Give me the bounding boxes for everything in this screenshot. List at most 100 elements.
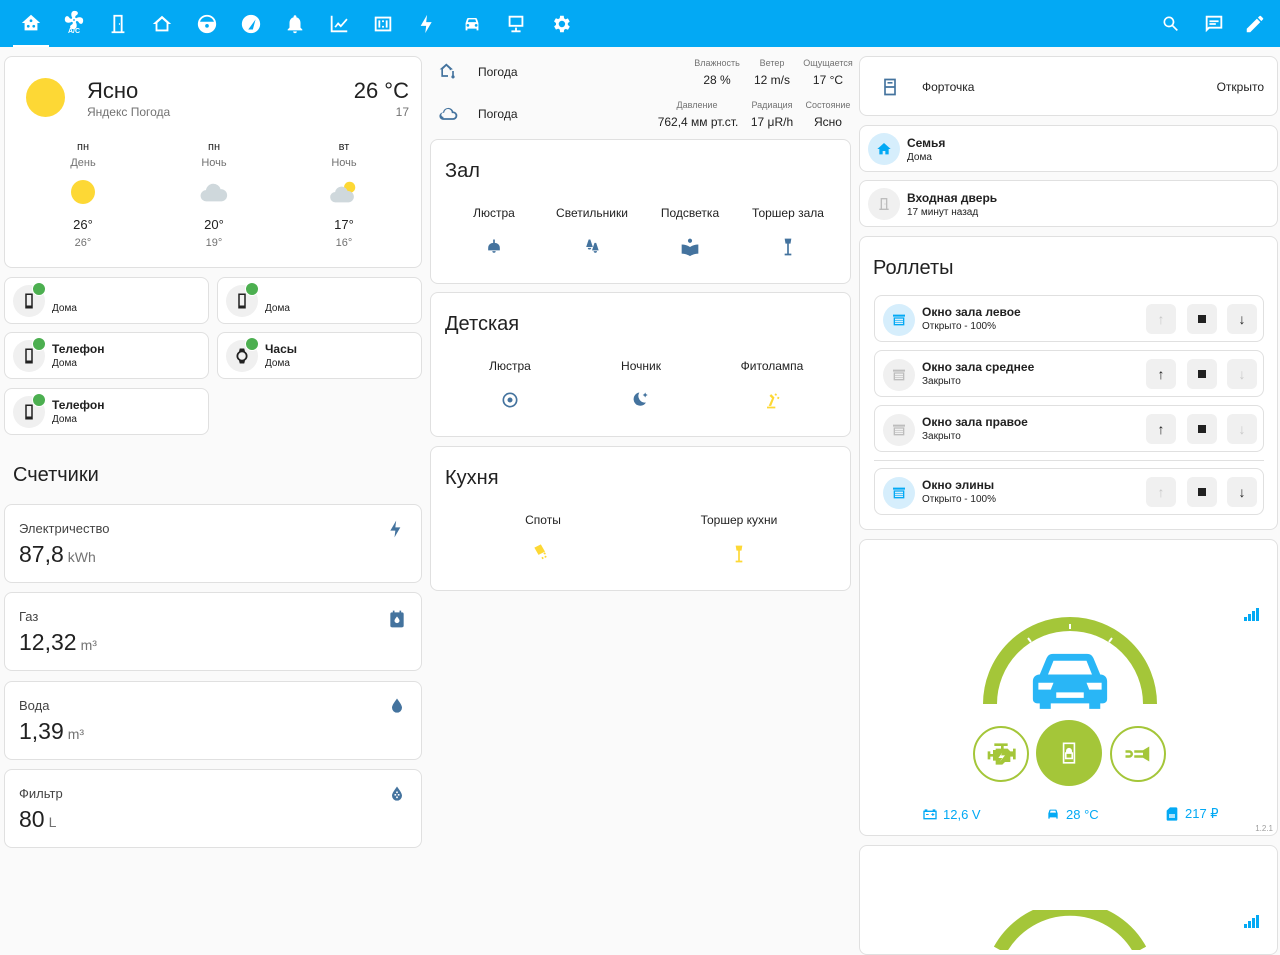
roller-down-button[interactable]: ↓ [1227, 304, 1257, 334]
tab-home[interactable] [13, 0, 49, 47]
forecast-day-name: пн [76, 141, 90, 153]
roller-up-button[interactable]: ↑ [1146, 414, 1176, 444]
forecast-period: Ночь [201, 157, 227, 169]
roller-up-button[interactable]: ↑ [1146, 477, 1176, 507]
forecast-low: 16° [335, 237, 353, 249]
person-card[interactable]: Дома [217, 277, 422, 324]
counter-value: 87,8 [19, 541, 64, 567]
tab-gauge[interactable] [233, 0, 269, 47]
backlight-book-icon[interactable] [680, 237, 700, 257]
home-badge-icon [245, 282, 259, 296]
ceiling-light-icon[interactable] [484, 237, 504, 257]
roller-up-button[interactable]: ↑ [1146, 359, 1176, 389]
horn-button[interactable] [1110, 726, 1166, 782]
floor-lamp-icon[interactable] [729, 544, 749, 564]
calendar-counter-icon [374, 16, 392, 31]
horn-icon [1125, 746, 1150, 762]
counter-unit: m³ [80, 637, 97, 653]
sconce-lights-icon[interactable] [582, 237, 602, 257]
assist-button[interactable] [1196, 0, 1232, 47]
forecast-day-name: пн [207, 141, 221, 153]
counter-value-wrap: 80 L [19, 806, 56, 833]
balance-status: 217 ₽ [1164, 806, 1219, 822]
floor-lamp-icon[interactable] [778, 237, 798, 257]
tab-vacuum[interactable] [189, 0, 225, 47]
phyto-lamp-icon[interactable] [762, 390, 782, 410]
spot-lights-icon[interactable] [533, 543, 553, 563]
counter-card-water[interactable]: Вода 1,39 m³ [4, 681, 422, 760]
arrow-down-icon: ↓ [1238, 484, 1246, 500]
door-card[interactable]: Входная дверь 17 минут назад [859, 180, 1278, 227]
cloud-outline-icon [439, 107, 458, 120]
counter-label: Вода [19, 698, 50, 713]
pressure-value: 762,4 мм рт.ст. [657, 115, 739, 129]
roller-stop-button[interactable] [1187, 477, 1217, 507]
stop-icon [1198, 370, 1206, 378]
counter-value: 12,32 [19, 629, 77, 655]
roller-name: Окно зала среднее [922, 360, 1035, 374]
forecast-period: День [70, 157, 96, 169]
edit-button[interactable] [1237, 0, 1273, 47]
water-drop-icon [392, 698, 402, 713]
person-card[interactable]: Часы Дома [217, 332, 422, 379]
counter-card-filter[interactable]: Фильтр 80 L [4, 769, 422, 848]
roller-down-button[interactable]: ↓ [1227, 477, 1257, 507]
lock-button[interactable] [1036, 720, 1102, 786]
weather-card[interactable]: Ясно Яндекс Погода 26 °C 17 пн День 26° … [4, 56, 422, 268]
counter-value: 1,39 [19, 718, 64, 744]
counter-card-gas[interactable]: Газ 12,32 m³ [4, 592, 422, 671]
person-name: Часы [265, 342, 298, 356]
tab-notifications[interactable] [277, 0, 313, 47]
chandelier-icon[interactable] [500, 390, 520, 410]
tab-counter[interactable] [365, 0, 401, 47]
car-temperature: 28 °C [1066, 806, 1099, 822]
tab-car[interactable] [454, 0, 490, 47]
divider [874, 460, 1264, 461]
family-card[interactable]: Семья Дома [859, 125, 1278, 172]
forecast-high: 20° [204, 217, 224, 232]
arrow-up-icon: ↑ [1157, 421, 1165, 437]
tab-history[interactable] [321, 0, 357, 47]
counter-card-electricity[interactable]: Электричество 87,8 kWh [4, 504, 422, 583]
roller-item[interactable]: Окно зала среднее Закрыто ↑ ↓ [874, 350, 1264, 397]
family-state: Дома [907, 152, 932, 163]
house-thermometer-icon [439, 63, 455, 79]
roller-stop-button[interactable] [1187, 304, 1217, 334]
night-light-icon[interactable] [631, 390, 651, 410]
roller-name: Окно зала правое [922, 415, 1028, 429]
tab-settings[interactable] [543, 0, 579, 47]
arrow-down-icon: ↓ [1238, 366, 1246, 382]
pressure-label: Давление [676, 100, 718, 110]
person-state: Дома [52, 414, 77, 425]
bell-icon [287, 14, 303, 33]
person-card[interactable]: Дома [4, 277, 209, 324]
tab-ac[interactable]: A/C [56, 0, 92, 47]
roller-down-button[interactable]: ↓ [1227, 359, 1257, 389]
roller-down-button[interactable]: ↓ [1227, 414, 1257, 444]
roller-item[interactable]: Окно элины Открыто - 100% ↑ ↓ [874, 468, 1264, 515]
light-label: Люстра [489, 359, 531, 373]
home-assistant-icon [21, 14, 41, 30]
tab-house[interactable] [144, 0, 180, 47]
roller-stop-button[interactable] [1187, 414, 1217, 444]
counter-value-wrap: 1,39 m³ [19, 718, 84, 745]
search-button[interactable] [1153, 0, 1189, 47]
roller-item[interactable]: Окно зала левое Открыто - 100% ↑ ↓ [874, 295, 1264, 342]
stop-icon [1198, 425, 1206, 433]
roller-stop-button[interactable] [1187, 359, 1217, 389]
person-card[interactable]: Телефон Дома [4, 388, 209, 435]
engine-button[interactable] [973, 726, 1029, 782]
arrow-down-icon: ↓ [1238, 421, 1246, 437]
door-state: 17 минут назад [907, 207, 979, 218]
tab-energy[interactable] [410, 0, 446, 47]
tab-door[interactable] [100, 0, 136, 47]
vent-card[interactable]: Форточка Открыто [859, 56, 1278, 116]
stop-icon [1198, 488, 1206, 496]
light-label: Торшер кухни [700, 513, 778, 527]
roller-up-button[interactable]: ↑ [1146, 304, 1176, 334]
roller-item[interactable]: Окно зала правое Закрыто ↑ ↓ [874, 405, 1264, 452]
tab-monitor[interactable] [498, 0, 534, 47]
chart-icon [330, 15, 348, 32]
counter-label: Электричество [19, 521, 110, 536]
person-card[interactable]: Телефон Дома [4, 332, 209, 379]
